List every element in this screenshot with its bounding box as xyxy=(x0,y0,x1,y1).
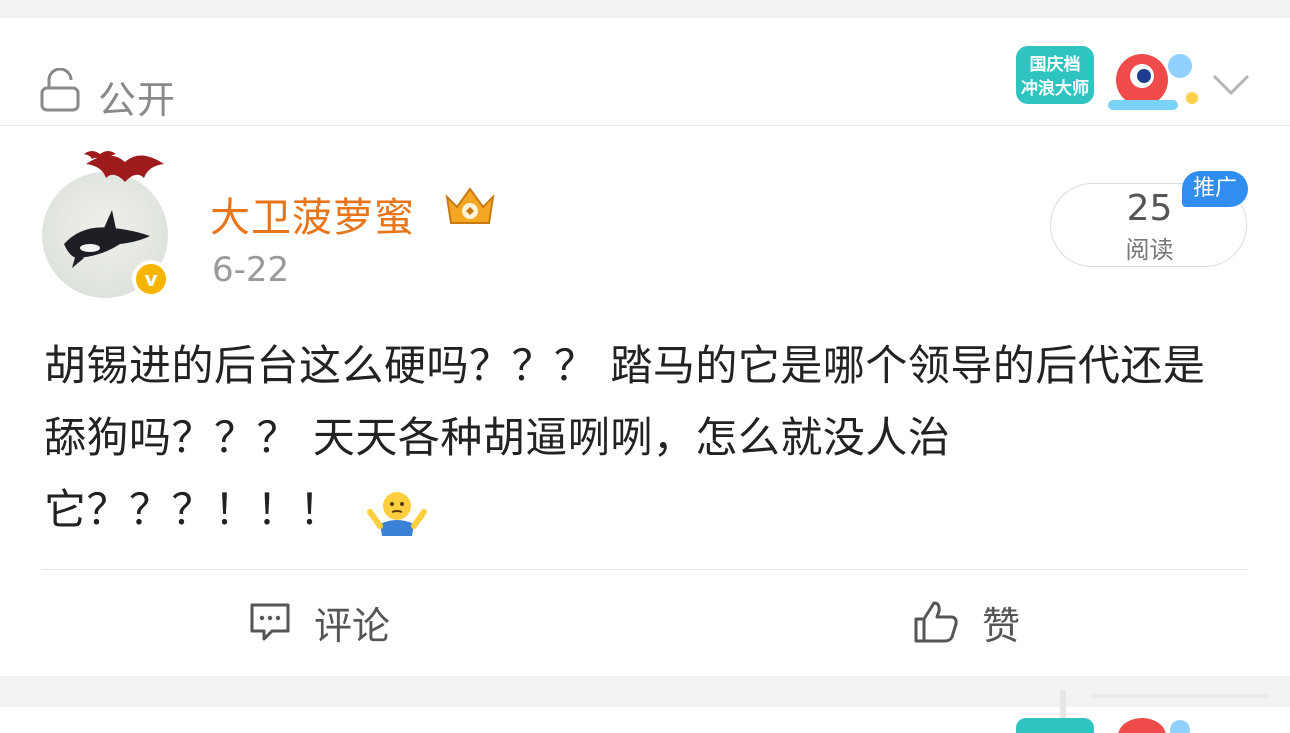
verified-icon: v xyxy=(132,260,170,298)
post-date: 6-22 xyxy=(212,250,290,290)
event-badge-line2: 冲浪大师 xyxy=(1021,78,1089,99)
bat-decor-icon xyxy=(84,151,164,182)
action-divider xyxy=(42,569,1248,570)
promote-tag[interactable]: 推广 xyxy=(1182,171,1248,207)
post-body[interactable]: 胡锡进的后台这么硬吗？？？ 踏马的它是哪个领导的后代还是舔狗吗？？？ 天天各种胡… xyxy=(44,330,1244,546)
avatar-wrap[interactable]: v xyxy=(40,148,175,298)
event-badge-icon[interactable]: 国庆档 冲浪大师 xyxy=(1012,40,1202,120)
like-button[interactable]: 赞 xyxy=(912,596,1020,648)
privacy-label[interactable]: 公开 xyxy=(98,69,176,124)
privacy-bar[interactable]: 公开 国庆档 冲浪大师 xyxy=(0,18,1290,126)
comment-label: 评论 xyxy=(314,603,391,648)
shrug-emoji-icon xyxy=(366,491,427,536)
comment-button[interactable]: 评论 xyxy=(248,596,390,648)
lock-icon xyxy=(40,68,80,112)
author-name[interactable]: 大卫菠萝蜜 xyxy=(210,185,415,243)
post-text: 胡锡进的后台这么硬吗？？？ 踏马的它是哪个领导的后代还是舔狗吗？？？ 天天各种胡… xyxy=(44,341,1206,534)
member-crown-icon[interactable] xyxy=(441,183,499,229)
top-gap xyxy=(0,0,1290,18)
chevron-down-icon[interactable] xyxy=(1212,73,1250,97)
next-event-badge-icon[interactable] xyxy=(1012,714,1202,733)
like-label: 赞 xyxy=(982,603,1021,648)
read-label: 阅读 xyxy=(1125,236,1174,264)
thumbs-up-icon xyxy=(914,601,958,643)
event-badge-line1: 国庆档 xyxy=(1030,54,1081,75)
comment-icon xyxy=(250,603,290,641)
